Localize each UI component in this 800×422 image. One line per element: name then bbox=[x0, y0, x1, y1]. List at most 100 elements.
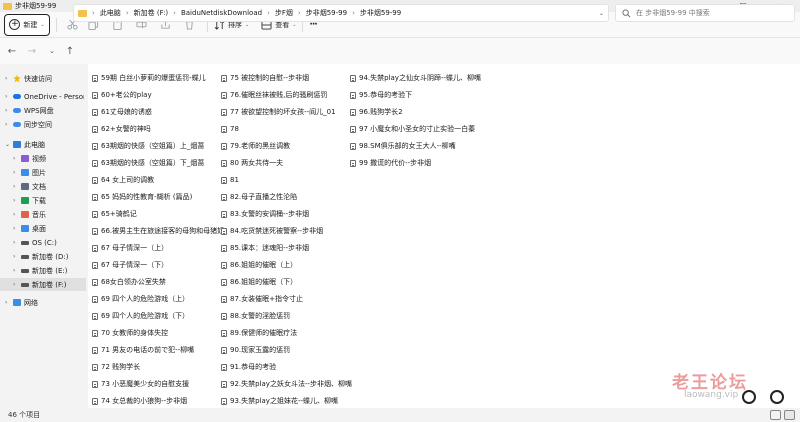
chevron-icon[interactable]: › bbox=[13, 225, 15, 232]
sidebar-item-label: 同步空间 bbox=[24, 120, 52, 129]
file-item[interactable]: 83.女警的安调桶--步非烟 bbox=[221, 208, 309, 220]
file-name: 73 小恶魔美少女的自慰支援 bbox=[101, 380, 190, 388]
sidebar-item[interactable]: › 快速访问 bbox=[0, 72, 86, 85]
sidebar-item[interactable]: › 图片 bbox=[0, 166, 86, 179]
file-item[interactable]: 64 女上司的调教 bbox=[92, 174, 154, 186]
chevron-icon[interactable]: › bbox=[13, 197, 15, 204]
breadcrumb-item[interactable]: 步非烟59-99 › bbox=[306, 8, 355, 18]
sidebar-item[interactable]: › 桌面 bbox=[0, 222, 86, 235]
sidebar-item[interactable]: › 视频 bbox=[0, 152, 86, 165]
file-item[interactable]: 65 妈妈的性教育-糊析 (篇品) bbox=[92, 191, 192, 203]
sidebar-item[interactable]: › OneDrive - Persona bbox=[0, 90, 86, 103]
chevron-icon[interactable]: › bbox=[13, 183, 15, 190]
file-name: 72 贱狗学长 bbox=[101, 363, 141, 371]
file-item[interactable]: 60+老公的play bbox=[92, 89, 152, 101]
chevron-icon[interactable]: › bbox=[13, 253, 15, 260]
file-item[interactable]: 86.姐姐的催眠（上） bbox=[221, 259, 297, 271]
sidebar-item[interactable]: ⌄ 此电脑 bbox=[0, 138, 86, 151]
file-item[interactable]: 61丈母娘的诱惑 bbox=[92, 106, 152, 118]
file-item[interactable]: 90.现家玉露的惩罚 bbox=[221, 344, 290, 356]
file-name: 81 bbox=[230, 176, 239, 184]
chevron-down-icon[interactable]: ⌄ bbox=[599, 10, 604, 17]
breadcrumb-item[interactable]: 新加卷 (F:) › bbox=[134, 8, 176, 18]
file-item[interactable]: 98.SM俱乐部的女王大人--柳嘴 bbox=[350, 140, 456, 152]
up-button[interactable]: ↑ bbox=[62, 43, 78, 59]
file-item[interactable]: 63期烟的快感（空姐篇）下_烟蔷 bbox=[92, 157, 204, 169]
file-item[interactable]: 95.恭母的考验下 bbox=[350, 89, 412, 101]
details-view-button[interactable] bbox=[770, 410, 781, 420]
sidebar-item[interactable]: › 音乐 bbox=[0, 208, 86, 221]
file-item[interactable]: 67 母子情深一（下） bbox=[92, 259, 168, 271]
file-item[interactable]: 69 四个人的危险游戏（上） bbox=[92, 293, 189, 305]
chevron-icon[interactable]: › bbox=[5, 299, 7, 306]
file-item[interactable]: 99 撒谎的代价--步非烟 bbox=[350, 157, 431, 169]
breadcrumb-item[interactable]: 步非烟59-99 bbox=[360, 8, 401, 18]
file-item[interactable]: 65+骑鹤记 bbox=[92, 208, 137, 220]
file-item[interactable]: 93.失禁play之姐妹花--蝶儿、柳嘴 bbox=[221, 395, 338, 407]
search-input[interactable]: 在 步非烟59-99 中搜索 bbox=[615, 4, 795, 22]
file-item[interactable]: 76.催眠丝袜被贱,后的骚刷惩罚 bbox=[221, 89, 327, 101]
sidebar-item[interactable]: › 新加卷 (E:) bbox=[0, 264, 86, 277]
file-item[interactable]: 86.姐姐的催眠（下） bbox=[221, 276, 297, 288]
sidebar-item[interactable]: › WPS网盘 bbox=[0, 104, 86, 117]
sidebar-item[interactable]: › 新加卷 (D:) bbox=[0, 250, 86, 263]
sidebar-item[interactable]: › 文档 bbox=[0, 180, 86, 193]
file-item[interactable]: 91.恭母的考验 bbox=[221, 361, 276, 373]
chevron-icon[interactable]: › bbox=[13, 211, 15, 218]
recent-dropdown-button[interactable]: ⌄ bbox=[44, 43, 60, 59]
file-item[interactable]: 62+女警的神吗 bbox=[92, 123, 151, 135]
file-item[interactable]: 77 被欲望控制的坏女孩--阎儿_01 bbox=[221, 106, 336, 118]
breadcrumb[interactable]: › 此电脑 › 新加卷 (F:) › BaiduNetdiskDownload › 步… bbox=[73, 4, 609, 22]
chevron-icon[interactable]: › bbox=[5, 107, 7, 114]
chevron-icon[interactable]: › bbox=[5, 121, 7, 128]
file-item[interactable]: 94.失禁play之仙女斗阴蹄--蝶儿、柳嘴 bbox=[350, 72, 481, 84]
file-item[interactable]: 72 贱狗学长 bbox=[92, 361, 140, 373]
chevron-icon[interactable]: ⌄ bbox=[5, 141, 10, 148]
file-item[interactable]: 70 女教师的身体失控 bbox=[92, 327, 168, 339]
breadcrumb-item[interactable]: 此电脑 › bbox=[100, 8, 129, 18]
sidebar-item[interactable]: › 网络 bbox=[0, 296, 86, 309]
new-button[interactable]: + 新建 ⌄ bbox=[4, 13, 50, 36]
file-item[interactable]: 79.老师的黑丝调教 bbox=[221, 140, 290, 152]
sidebar-item[interactable]: › 同步空间 bbox=[0, 118, 86, 131]
file-item[interactable]: 88.女警的淫脸惩罚 bbox=[221, 310, 290, 322]
file-item[interactable]: 75 被控制的自慰--步非烟 bbox=[221, 72, 309, 84]
file-item[interactable]: 81 bbox=[221, 174, 239, 186]
chevron-icon[interactable]: › bbox=[5, 75, 7, 82]
breadcrumb-item[interactable]: BaiduNetdiskDownload › bbox=[181, 9, 270, 17]
chevron-icon[interactable]: › bbox=[13, 169, 15, 176]
sidebar-item[interactable]: › 下载 bbox=[0, 194, 86, 207]
file-item[interactable]: 78 bbox=[221, 123, 239, 135]
chevron-icon[interactable]: › bbox=[13, 267, 15, 274]
file-item[interactable]: 92.失禁play之妖女斗法--步非烟、柳嘴 bbox=[221, 378, 352, 390]
sidebar-item[interactable]: › 新加卷 (F:) bbox=[0, 278, 86, 291]
file-item[interactable]: 97 小魔女和小圣女的寸止实验一白蓁 bbox=[350, 123, 475, 135]
file-item[interactable]: 82.母子直播之性沦陷 bbox=[221, 191, 297, 203]
file-item[interactable]: 80 两女共侍一夫 bbox=[221, 157, 283, 169]
forward-button[interactable]: → bbox=[24, 43, 40, 59]
file-item[interactable]: 63期烟的快感（空姐篇）上_烟蔷 bbox=[92, 140, 204, 152]
file-item[interactable]: 84.吃货禁迷死被警察--步非烟 bbox=[221, 225, 323, 237]
file-item[interactable]: 59期 白丝小萝莉的爆蛋惩罚-蝶儿 bbox=[92, 72, 206, 84]
back-button[interactable]: ← bbox=[4, 43, 20, 59]
file-item[interactable]: 96.贱狗学长2 bbox=[350, 106, 403, 118]
file-item[interactable]: 87.女装催眠+指令寸止 bbox=[221, 293, 303, 305]
chevron-icon[interactable]: › bbox=[13, 239, 15, 246]
chevron-icon[interactable]: › bbox=[5, 93, 7, 100]
file-item[interactable]: 67 母子情深一（上） bbox=[92, 242, 168, 254]
file-name: 64 女上司的调教 bbox=[101, 176, 155, 184]
file-item[interactable]: 85.课本：迷魂阳--步非烟 bbox=[221, 242, 309, 254]
file-icon bbox=[92, 278, 98, 286]
file-item[interactable]: 69 四个人的危险游戏（下） bbox=[92, 310, 189, 322]
file-item[interactable]: 89.保健师的催眠疗法 bbox=[221, 327, 297, 339]
file-item[interactable]: 74 女总裁的小狼狗--步非烟 bbox=[92, 395, 187, 407]
file-item[interactable]: 71 男友の电话の前で犯--柳嘴 bbox=[92, 344, 194, 356]
chevron-icon[interactable]: › bbox=[13, 281, 15, 288]
file-item[interactable]: 68女白领办公室失禁 bbox=[92, 276, 166, 288]
chevron-icon[interactable]: › bbox=[13, 155, 15, 162]
tiles-view-button[interactable] bbox=[784, 410, 795, 420]
file-item[interactable]: 73 小恶魔美少女的自慰支援 bbox=[92, 378, 189, 390]
breadcrumb-item[interactable]: 步F烟 › bbox=[275, 8, 301, 18]
file-item[interactable]: 66.被男主生在旅途接客的母狗和母猪奴 bbox=[92, 225, 224, 237]
sidebar-item[interactable]: › OS (C:) bbox=[0, 236, 86, 249]
